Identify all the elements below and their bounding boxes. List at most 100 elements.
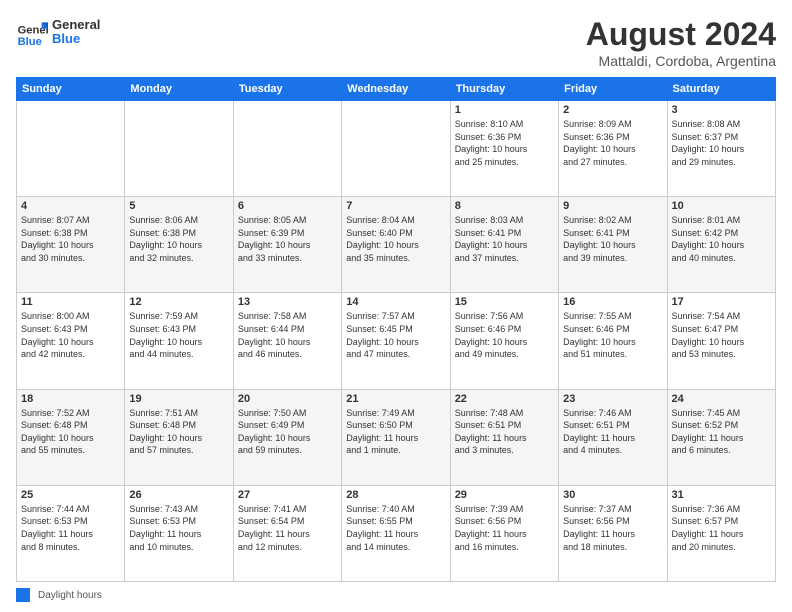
- calendar-cell: 29 Sunrise: 7:39 AMSunset: 6:56 PMDayligh…: [450, 485, 558, 581]
- day-info: Sunrise: 8:10 AMSunset: 6:36 PMDaylight:…: [455, 118, 554, 168]
- day-info: Sunrise: 7:51 AMSunset: 6:48 PMDaylight:…: [129, 407, 228, 457]
- day-info: Sunrise: 7:55 AMSunset: 6:46 PMDaylight:…: [563, 310, 662, 360]
- day-number: 15: [455, 296, 554, 308]
- header-sunday: Sunday: [17, 78, 125, 101]
- week-row-4: 18 Sunrise: 7:52 AMSunset: 6:48 PMDayligh…: [17, 389, 776, 485]
- day-number: 10: [672, 200, 771, 212]
- calendar-cell: 21 Sunrise: 7:49 AMSunset: 6:50 PMDayligh…: [342, 389, 450, 485]
- day-info: Sunrise: 7:45 AMSunset: 6:52 PMDaylight:…: [672, 407, 771, 457]
- day-number: 9: [563, 200, 662, 212]
- header-friday: Friday: [559, 78, 667, 101]
- day-info: Sunrise: 7:54 AMSunset: 6:47 PMDaylight:…: [672, 310, 771, 360]
- logo-icon: General Blue: [16, 16, 48, 48]
- legend-label: Daylight hours: [38, 590, 102, 601]
- logo-blue-text: Blue: [52, 32, 100, 46]
- day-info: Sunrise: 7:41 AMSunset: 6:54 PMDaylight:…: [238, 503, 337, 553]
- calendar-cell: [125, 101, 233, 197]
- calendar-cell: 11Sunrise: 8:00 AMSunset: 6:43 PMDayligh…: [17, 293, 125, 389]
- footer: Daylight hours: [16, 588, 776, 602]
- day-info: Sunrise: 7:49 AMSunset: 6:50 PMDaylight:…: [346, 407, 445, 457]
- day-number: 29: [455, 489, 554, 501]
- calendar-cell: 8Sunrise: 8:03 AMSunset: 6:41 PMDaylight…: [450, 197, 558, 293]
- day-info: Sunrise: 8:08 AMSunset: 6:37 PMDaylight:…: [672, 118, 771, 168]
- day-info: Sunrise: 8:06 AMSunset: 6:38 PMDaylight:…: [129, 214, 228, 264]
- calendar-cell: [342, 101, 450, 197]
- calendar-cell: 4 Sunrise: 8:07 AMSunset: 6:38 PMDaylight…: [17, 197, 125, 293]
- day-info: Sunrise: 8:02 AMSunset: 6:41 PMDaylight:…: [563, 214, 662, 264]
- week-row-3: 11Sunrise: 8:00 AMSunset: 6:43 PMDayligh…: [17, 293, 776, 389]
- day-info: Sunrise: 8:09 AMSunset: 6:36 PMDaylight:…: [563, 118, 662, 168]
- calendar-cell: 28Sunrise: 7:40 AMSunset: 6:55 PMDayligh…: [342, 485, 450, 581]
- calendar-cell: 16 Sunrise: 7:55 AMSunset: 6:46 PMDayligh…: [559, 293, 667, 389]
- calendar-cell: 5Sunrise: 8:06 AMSunset: 6:38 PMDaylight…: [125, 197, 233, 293]
- day-number: 17: [672, 296, 771, 308]
- day-info: Sunrise: 8:05 AMSunset: 6:39 PMDaylight:…: [238, 214, 337, 264]
- day-number: 6: [238, 200, 337, 212]
- logo-general-text: General: [52, 18, 100, 32]
- day-info: Sunrise: 7:58 AMSunset: 6:44 PMDaylight:…: [238, 310, 337, 360]
- day-info: Sunrise: 8:00 AMSunset: 6:43 PMDaylight:…: [21, 310, 120, 360]
- title-block: August 2024 Mattaldi, Cordoba, Argentina: [586, 16, 776, 69]
- calendar-cell: [17, 101, 125, 197]
- calendar-cell: 14 Sunrise: 7:57 AMSunset: 6:45 PMDayligh…: [342, 293, 450, 389]
- calendar-cell: 6 Sunrise: 8:05 AMSunset: 6:39 PMDaylight…: [233, 197, 341, 293]
- calendar-cell: 13 Sunrise: 7:58 AMSunset: 6:44 PMDayligh…: [233, 293, 341, 389]
- header-monday: Monday: [125, 78, 233, 101]
- day-info: Sunrise: 7:46 AMSunset: 6:51 PMDaylight:…: [563, 407, 662, 457]
- day-number: 19: [129, 393, 228, 405]
- day-number: 22: [455, 393, 554, 405]
- calendar-cell: 7Sunrise: 8:04 AMSunset: 6:40 PMDaylight…: [342, 197, 450, 293]
- calendar-cell: 1Sunrise: 8:10 AMSunset: 6:36 PMDaylight…: [450, 101, 558, 197]
- svg-text:Blue: Blue: [18, 36, 42, 48]
- calendar-cell: 22 Sunrise: 7:48 AMSunset: 6:51 PMDayligh…: [450, 389, 558, 485]
- calendar-cell: 20Sunrise: 7:50 AMSunset: 6:49 PMDayligh…: [233, 389, 341, 485]
- calendar-cell: 12Sunrise: 7:59 AMSunset: 6:43 PMDayligh…: [125, 293, 233, 389]
- day-headers-row: SundayMondayTuesdayWednesdayThursdayFrid…: [17, 78, 776, 101]
- header: General Blue General Blue August 2024 Ma…: [16, 16, 776, 69]
- page: General Blue General Blue August 2024 Ma…: [0, 0, 792, 612]
- day-number: 23: [563, 393, 662, 405]
- calendar-table: SundayMondayTuesdayWednesdayThursdayFrid…: [16, 77, 776, 582]
- day-number: 21: [346, 393, 445, 405]
- day-number: 16: [563, 296, 662, 308]
- day-number: 13: [238, 296, 337, 308]
- day-number: 4: [21, 200, 120, 212]
- calendar-cell: 30Sunrise: 7:37 AMSunset: 6:56 PMDayligh…: [559, 485, 667, 581]
- day-number: 26: [129, 489, 228, 501]
- day-info: Sunrise: 7:48 AMSunset: 6:51 PMDaylight:…: [455, 407, 554, 457]
- month-title: August 2024: [586, 16, 776, 53]
- calendar-cell: 2Sunrise: 8:09 AMSunset: 6:36 PMDaylight…: [559, 101, 667, 197]
- calendar-cell: 18 Sunrise: 7:52 AMSunset: 6:48 PMDayligh…: [17, 389, 125, 485]
- day-number: 14: [346, 296, 445, 308]
- day-number: 25: [21, 489, 120, 501]
- week-row-5: 25Sunrise: 7:44 AMSunset: 6:53 PMDayligh…: [17, 485, 776, 581]
- calendar-cell: [233, 101, 341, 197]
- calendar-cell: 10 Sunrise: 8:01 AMSunset: 6:42 PMDayligh…: [667, 197, 775, 293]
- day-info: Sunrise: 7:37 AMSunset: 6:56 PMDaylight:…: [563, 503, 662, 553]
- calendar-cell: 26Sunrise: 7:43 AMSunset: 6:53 PMDayligh…: [125, 485, 233, 581]
- day-info: Sunrise: 7:40 AMSunset: 6:55 PMDaylight:…: [346, 503, 445, 553]
- day-info: Sunrise: 8:03 AMSunset: 6:41 PMDaylight:…: [455, 214, 554, 264]
- location: Mattaldi, Cordoba, Argentina: [586, 53, 776, 69]
- day-info: Sunrise: 7:57 AMSunset: 6:45 PMDaylight:…: [346, 310, 445, 360]
- header-tuesday: Tuesday: [233, 78, 341, 101]
- day-info: Sunrise: 7:52 AMSunset: 6:48 PMDaylight:…: [21, 407, 120, 457]
- header-wednesday: Wednesday: [342, 78, 450, 101]
- day-info: Sunrise: 7:36 AMSunset: 6:57 PMDaylight:…: [672, 503, 771, 553]
- calendar-cell: 25Sunrise: 7:44 AMSunset: 6:53 PMDayligh…: [17, 485, 125, 581]
- day-info: Sunrise: 8:07 AMSunset: 6:38 PMDaylight:…: [21, 214, 120, 264]
- day-info: Sunrise: 8:04 AMSunset: 6:40 PMDaylight:…: [346, 214, 445, 264]
- day-number: 24: [672, 393, 771, 405]
- day-info: Sunrise: 7:39 AMSunset: 6:56 PMDaylight:…: [455, 503, 554, 553]
- calendar-cell: 3Sunrise: 8:08 AMSunset: 6:37 PMDaylight…: [667, 101, 775, 197]
- calendar-cell: 19 Sunrise: 7:51 AMSunset: 6:48 PMDayligh…: [125, 389, 233, 485]
- day-info: Sunrise: 7:59 AMSunset: 6:43 PMDaylight:…: [129, 310, 228, 360]
- logo: General Blue General Blue: [16, 16, 100, 48]
- day-number: 31: [672, 489, 771, 501]
- calendar-cell: 27Sunrise: 7:41 AMSunset: 6:54 PMDayligh…: [233, 485, 341, 581]
- header-saturday: Saturday: [667, 78, 775, 101]
- day-info: Sunrise: 8:01 AMSunset: 6:42 PMDaylight:…: [672, 214, 771, 264]
- day-number: 20: [238, 393, 337, 405]
- day-number: 18: [21, 393, 120, 405]
- calendar-cell: 31 Sunrise: 7:36 AMSunset: 6:57 PMDayligh…: [667, 485, 775, 581]
